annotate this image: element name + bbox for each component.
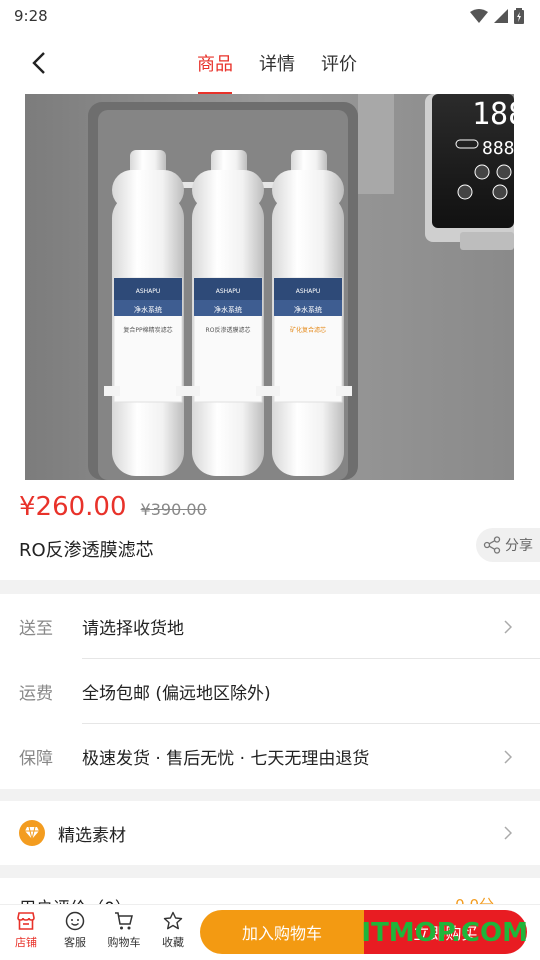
chevron-right-icon: [504, 749, 512, 764]
original-price: ¥390.00: [140, 500, 207, 519]
info-value: 全场包邮 (偏远地区除外): [82, 684, 271, 704]
tab-details[interactable]: 详情: [246, 32, 308, 94]
bottom-item-label: 客服: [64, 936, 86, 949]
info-value: 请选择收货地: [82, 619, 184, 639]
bottom-item-service[interactable]: 客服: [55, 911, 95, 950]
signal-icon: [494, 9, 508, 23]
current-price: ¥260.00: [19, 492, 127, 522]
filter-2-series: 净水系统: [214, 305, 242, 314]
display-digits: 188: [472, 97, 526, 132]
bottom-item-store[interactable]: 店铺: [6, 911, 46, 950]
tab-product[interactable]: 商品: [184, 32, 246, 94]
share-button[interactable]: 分享: [476, 528, 540, 562]
filter-2-brand: ASHAPU: [216, 288, 241, 295]
bottom-item-label: 店铺: [15, 936, 37, 949]
store-icon: [17, 912, 35, 930]
bottom-item-label: 购物车: [107, 936, 141, 949]
diamond-icon: [19, 820, 45, 846]
filter-cartridge-2: ASHAPU 净水系统 RO反渗透膜滤芯: [184, 150, 272, 476]
selected-materials[interactable]: 精选素材: [0, 801, 540, 865]
delivery-info: 送至 请选择收货地 运费 全场包邮 (偏远地区除外) 保障 极速发货 · 售后无…: [0, 594, 540, 789]
filter-cartridge-1: ASHAPU 净水系统 复合PP棉精炭滤芯: [104, 150, 192, 476]
price-row: ¥260.00 ¥390.00: [19, 492, 207, 522]
chevron-right-icon: [504, 826, 512, 840]
status-icons: [470, 8, 524, 24]
share-icon: [483, 536, 501, 554]
product-title: RO反渗透膜滤芯: [19, 540, 154, 561]
cart-icon: [115, 912, 133, 930]
product-image[interactable]: 188 888 ASHAPU 净水系统 复合PP棉精炭滤芯 ASHAPU 净水系…: [0, 94, 540, 480]
filter-3-brand: ASHAPU: [296, 288, 321, 295]
wifi-icon: [470, 9, 488, 23]
share-label: 分享: [505, 538, 533, 554]
filter-1-name: 复合PP棉精炭滤芯: [123, 326, 172, 334]
filter-3-series: 净水系统: [294, 305, 322, 314]
battery-icon: [514, 8, 524, 24]
display-digits-2: 888: [482, 138, 515, 159]
filter-1-series: 净水系统: [134, 305, 162, 314]
info-label: 运费: [19, 684, 53, 704]
product-photo: 188 888 ASHAPU 净水系统 复合PP棉精炭滤芯 ASHAPU 净水系…: [25, 94, 526, 480]
tab-bar: 商品 详情 评价: [0, 32, 540, 94]
nav-bar: 商品 详情 评价: [0, 32, 540, 94]
add-to-cart-button[interactable]: 加入购物车: [200, 910, 364, 954]
status-bar: 9:28: [0, 0, 540, 32]
price-section: ¥260.00 ¥390.00 RO反渗透膜滤芯 分享: [0, 480, 540, 580]
tab-reviews[interactable]: 评价: [308, 32, 370, 94]
buy-now-button[interactable]: 立即购买: [364, 910, 527, 954]
bottom-item-cart[interactable]: 购物车: [104, 911, 144, 950]
chevron-right-icon: [504, 619, 512, 634]
filter-cartridge-3: ASHAPU 净水系统 矿化复合滤芯: [264, 150, 352, 476]
info-row-shipping-fee: 运费 全场包邮 (偏远地区除外): [0, 659, 540, 724]
bottom-action-bar: 店铺 客服 购物车 收藏 加入购物车 立即购买: [0, 904, 540, 960]
info-value: 极速发货 · 售后无忧 · 七天无理由退货: [82, 749, 370, 769]
info-row-guarantee[interactable]: 保障 极速发货 · 售后无忧 · 七天无理由退货: [0, 724, 540, 789]
service-icon: [65, 911, 85, 931]
bottom-item-label: 收藏: [162, 936, 184, 949]
status-time: 9:28: [14, 7, 48, 25]
info-label: 保障: [19, 749, 53, 769]
info-row-ship-to[interactable]: 送至 请选择收货地: [0, 594, 540, 659]
star-icon: [163, 911, 183, 930]
info-label: 送至: [19, 619, 53, 639]
material-label: 精选素材: [58, 825, 126, 846]
filter-1-brand: ASHAPU: [136, 288, 161, 295]
filter-3-name: 矿化复合滤芯: [290, 326, 326, 334]
bottom-item-favorite[interactable]: 收藏: [153, 911, 193, 950]
filter-2-name: RO反渗透膜滤芯: [206, 326, 251, 334]
